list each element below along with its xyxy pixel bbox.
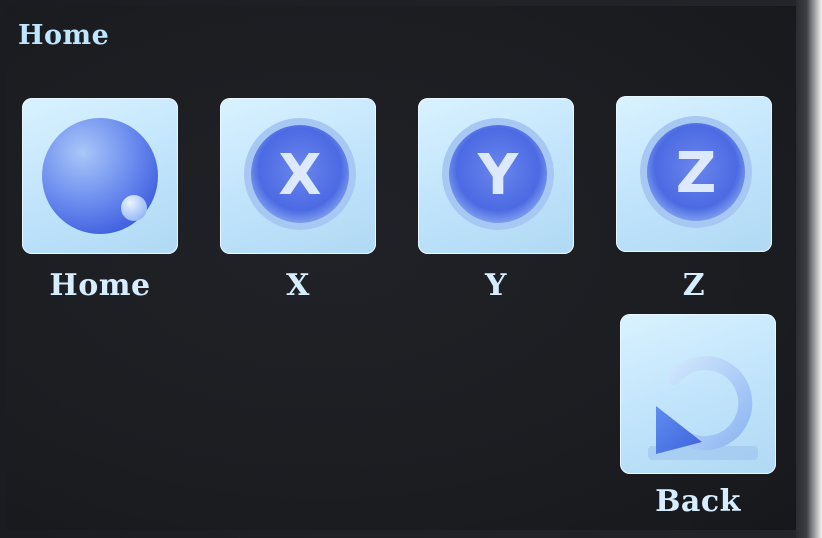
y-axis-icon: Y <box>442 118 554 230</box>
z-axis-label: Z <box>682 268 706 303</box>
y-axis-label: Y <box>485 268 507 303</box>
x-axis-label: X <box>286 268 310 303</box>
home-button[interactable] <box>22 98 178 254</box>
y-axis-button[interactable]: Y <box>418 98 574 254</box>
x-axis-icon: X <box>244 118 356 230</box>
back-arrow-icon <box>648 356 758 460</box>
z-axis-icon: Z <box>640 116 752 228</box>
back-label: Back <box>655 484 741 519</box>
lcd-screen: Home Home X X Y Y Z Z Back <box>6 6 796 530</box>
back-button[interactable] <box>620 314 776 474</box>
home-label: Home <box>49 268 151 303</box>
svg-text:Y: Y <box>477 143 520 208</box>
svg-text:X: X <box>278 143 321 208</box>
home-ball-icon <box>42 118 158 234</box>
svg-text:Z: Z <box>676 141 717 206</box>
page-title: Home <box>18 20 110 51</box>
photo-edge <box>796 0 822 538</box>
x-axis-button[interactable]: X <box>220 98 376 254</box>
z-axis-button[interactable]: Z <box>616 96 772 252</box>
